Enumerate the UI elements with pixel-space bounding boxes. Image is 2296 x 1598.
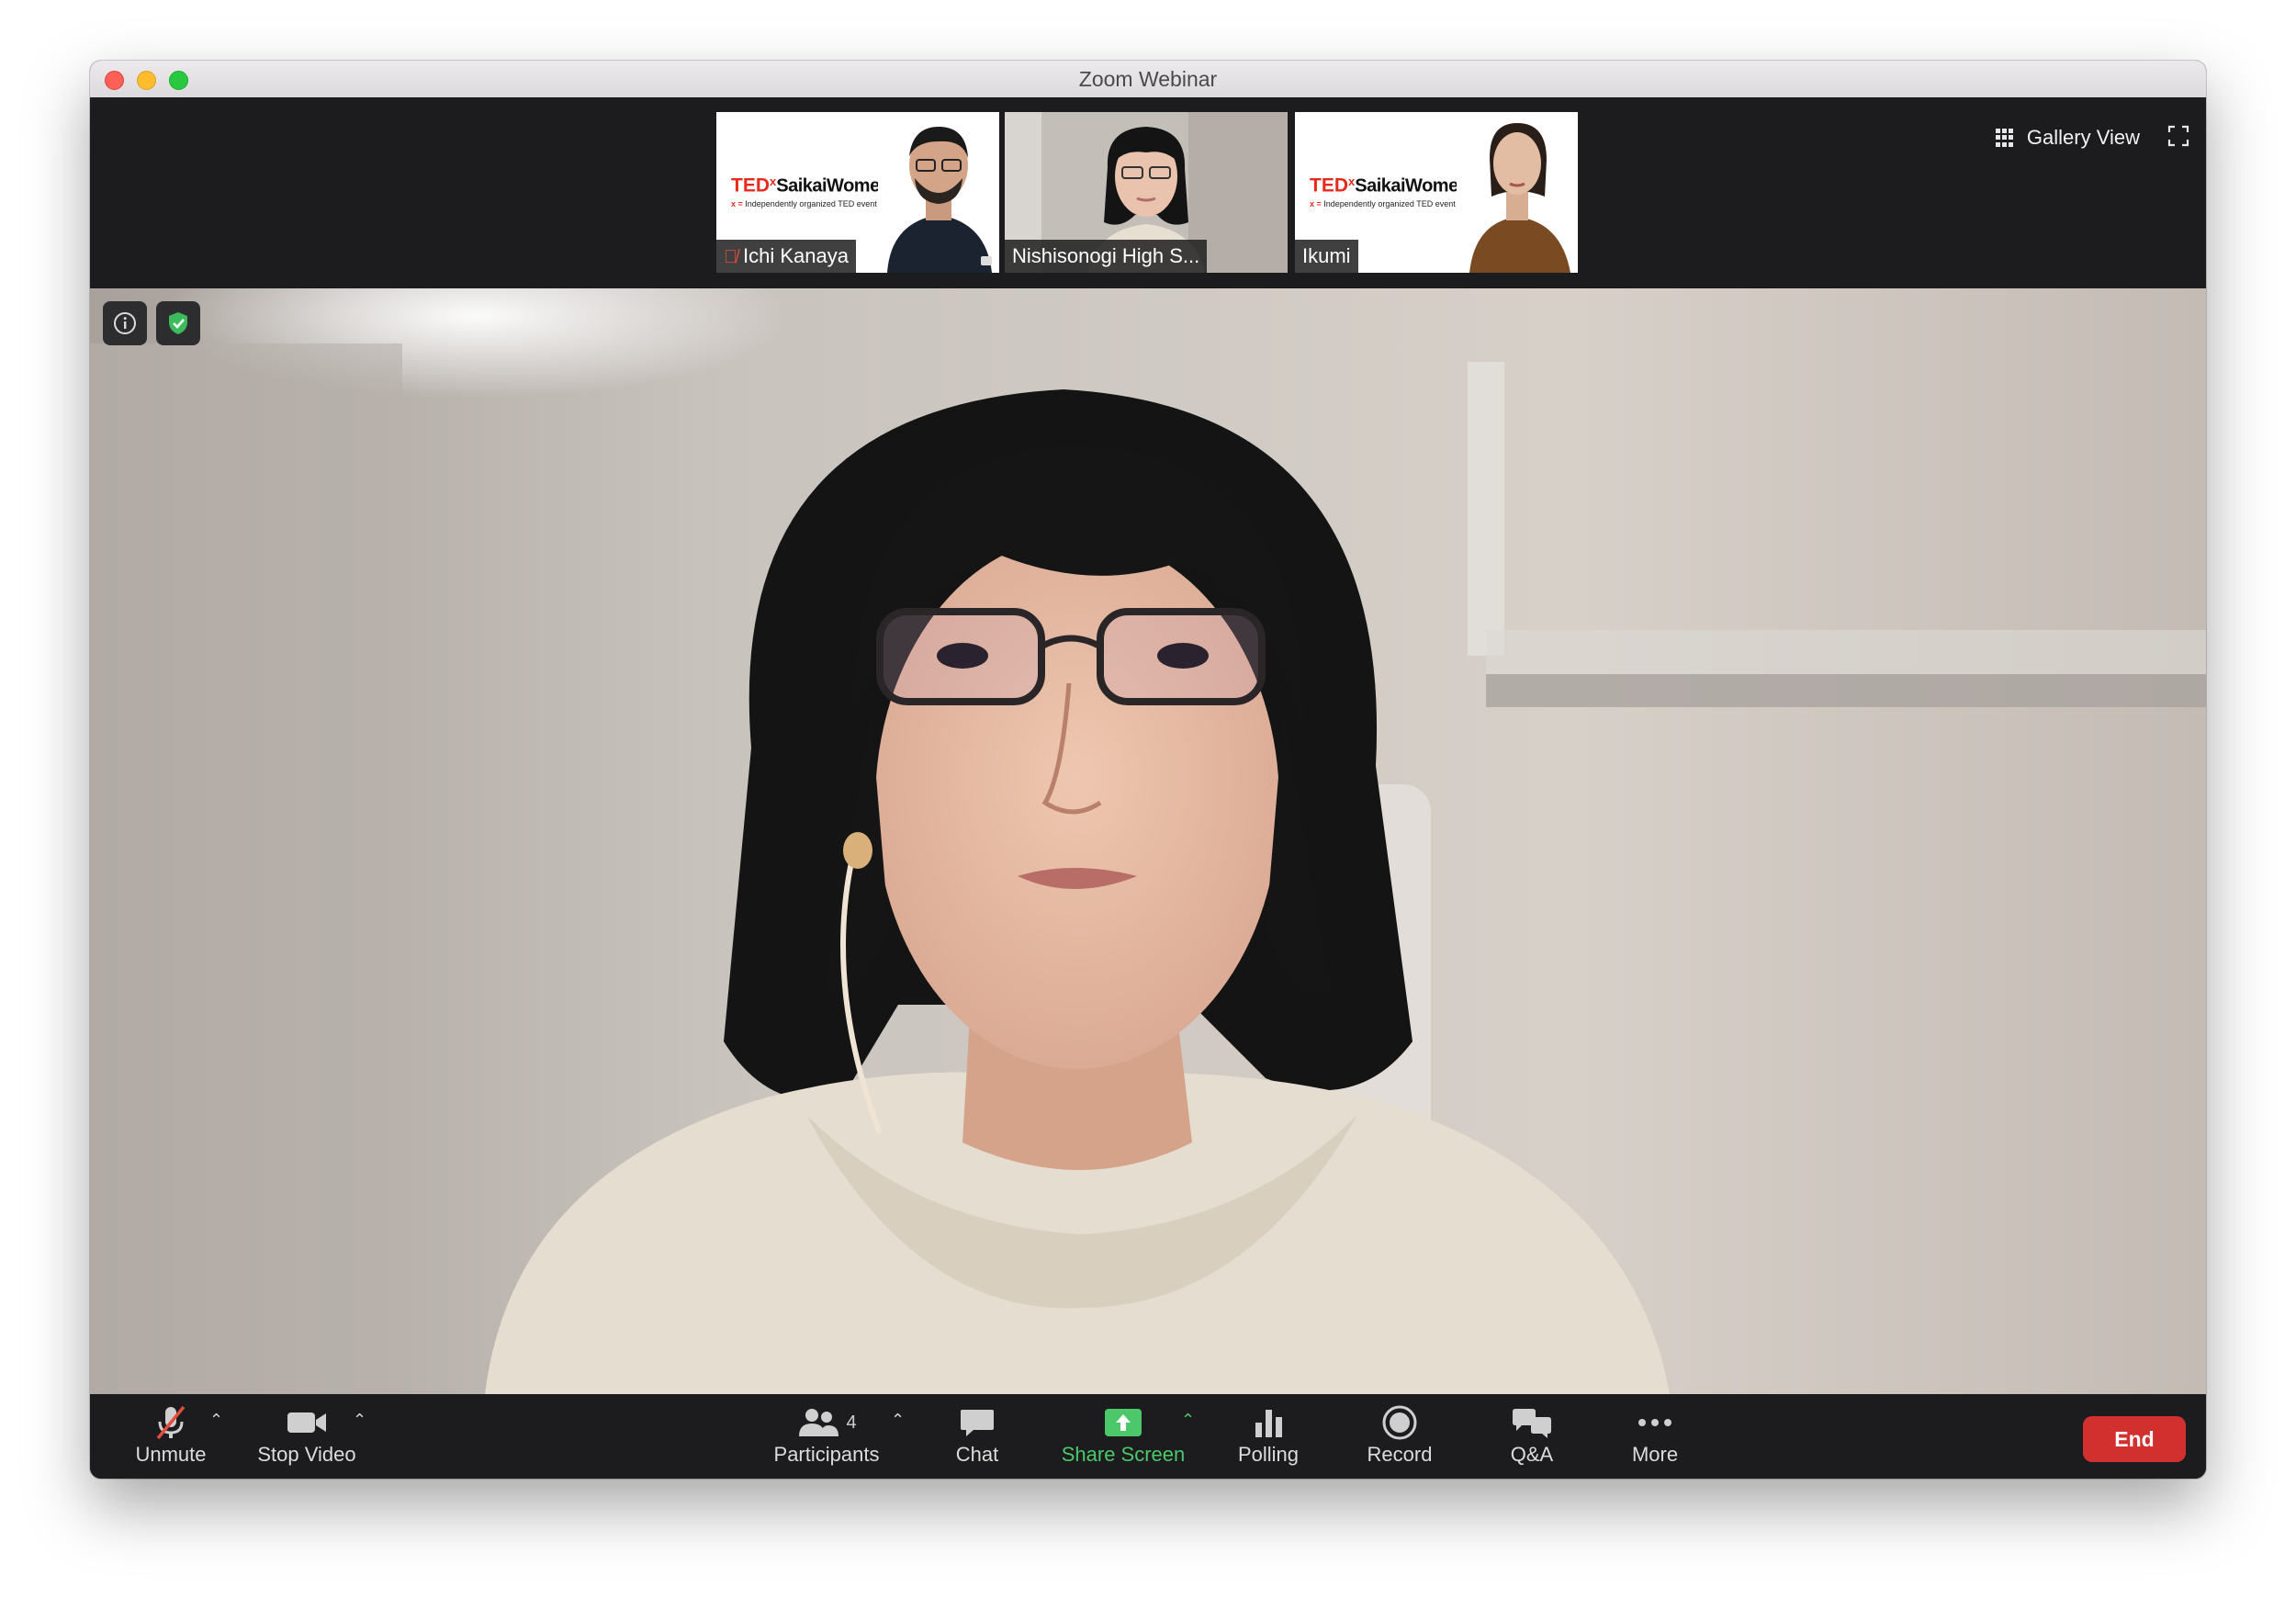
record-icon [1382,1405,1417,1440]
logo-org-text: SaikaiWomen [776,175,891,197]
participant-name-tag: 🎙̸ Ichi Kanaya [716,240,856,273]
camera-indicator-icon [981,256,992,265]
participant-thumbnail-ikumi[interactable]: TEDxSaikaiWomen x = Independently organi… [1295,112,1578,273]
participants-button[interactable]: 4 Participants [768,1403,885,1471]
participant-name-tag: Ikumi [1295,240,1358,273]
video-options-caret-icon[interactable]: ⌃ [353,1411,366,1430]
logo-ted-text: TED [731,174,770,197]
qa-icon [1513,1409,1551,1438]
logo-org-text: SaikaiWomen [1355,175,1469,197]
participants-icon [799,1409,839,1436]
logo-subtitle: Independently organized TED event [1323,199,1456,209]
muted-microphone-icon [156,1405,186,1440]
unmute-button[interactable]: Unmute [125,1403,217,1471]
share-screen-label: Share Screen [1061,1443,1186,1466]
participant-name: Ichi Kanaya [743,244,849,267]
participants-options-caret-icon[interactable]: ⌃ [891,1411,905,1430]
gallery-view-label: Gallery View [2026,126,2140,149]
more-dots-icon [1638,1419,1671,1426]
video-camera-icon [287,1412,326,1433]
info-icon [114,312,136,334]
title-bar: Zoom Webinar [90,61,2206,98]
participants-count: 4 [846,1412,857,1433]
record-label: Record [1367,1443,1433,1466]
more-label: More [1631,1443,1679,1466]
muted-mic-icon: 🎙̸ [724,247,737,267]
end-meeting-button[interactable]: End [2083,1416,2186,1462]
gallery-view-button[interactable]: Gallery View [1995,119,2140,156]
meeting-toolbar: Unmute ⌃ Stop Video ⌃ 4 Participants ⌃ C… [90,1394,2206,1479]
fullscreen-icon[interactable] [2167,125,2189,147]
grid-icon [1995,129,2014,147]
participant-name: Ikumi [1302,244,1351,267]
polling-label: Polling [1237,1443,1300,1466]
share-screen-icon [1105,1409,1142,1436]
participants-label: Participants [773,1443,880,1466]
zoom-window: Zoom Webinar TEDxSaikaiWomen x = Indepen… [90,61,2206,1479]
record-button[interactable]: Record [1354,1403,1446,1471]
more-button[interactable]: More [1618,1403,1692,1471]
window-title: Zoom Webinar [1078,67,1218,91]
unmute-label: Unmute [135,1443,207,1466]
chat-button[interactable]: Chat [940,1403,1014,1471]
participant-name: Nishisonogi High S... [1012,244,1200,267]
share-options-caret-icon[interactable]: ⌃ [1181,1411,1195,1430]
participant-thumbnail-nishisonogi[interactable]: Nishisonogi High S... [1005,112,1288,273]
chat-icon [961,1410,994,1436]
participant-strip: TEDxSaikaiWomen x = Independently organi… [90,97,2206,288]
participant-thumbnail-ichi-kanaya[interactable]: TEDxSaikaiWomen x = Independently organi… [716,112,999,273]
tedx-logo: TEDxSaikaiWomen x = Independently organi… [1310,174,1469,209]
chat-label: Chat [955,1443,999,1466]
polling-icon [1255,1410,1282,1437]
shield-icon [169,312,187,334]
stop-video-label: Stop Video [257,1443,356,1466]
meeting-info-button[interactable] [103,301,147,345]
speaker-video-image [90,288,2206,1394]
polling-button[interactable]: Polling [1218,1403,1319,1471]
qa-button[interactable]: Q&A [1495,1403,1569,1471]
security-button[interactable] [156,301,200,345]
tedx-logo: TEDxSaikaiWomen x = Independently organi… [731,174,891,209]
stop-video-button[interactable]: Stop Video [252,1403,362,1471]
main-speaker-video [90,288,2206,1394]
logo-ted-text: TED [1310,174,1348,197]
audio-options-caret-icon[interactable]: ⌃ [209,1411,223,1430]
participant-video-ikumi [1457,112,1578,273]
participant-video-ichi [878,112,999,273]
participant-name-tag: Nishisonogi High S... [1005,240,1208,273]
logo-subtitle: Independently organized TED event [745,199,877,209]
share-screen-button[interactable]: Share Screen [1054,1403,1192,1471]
qa-label: Q&A [1510,1443,1554,1466]
